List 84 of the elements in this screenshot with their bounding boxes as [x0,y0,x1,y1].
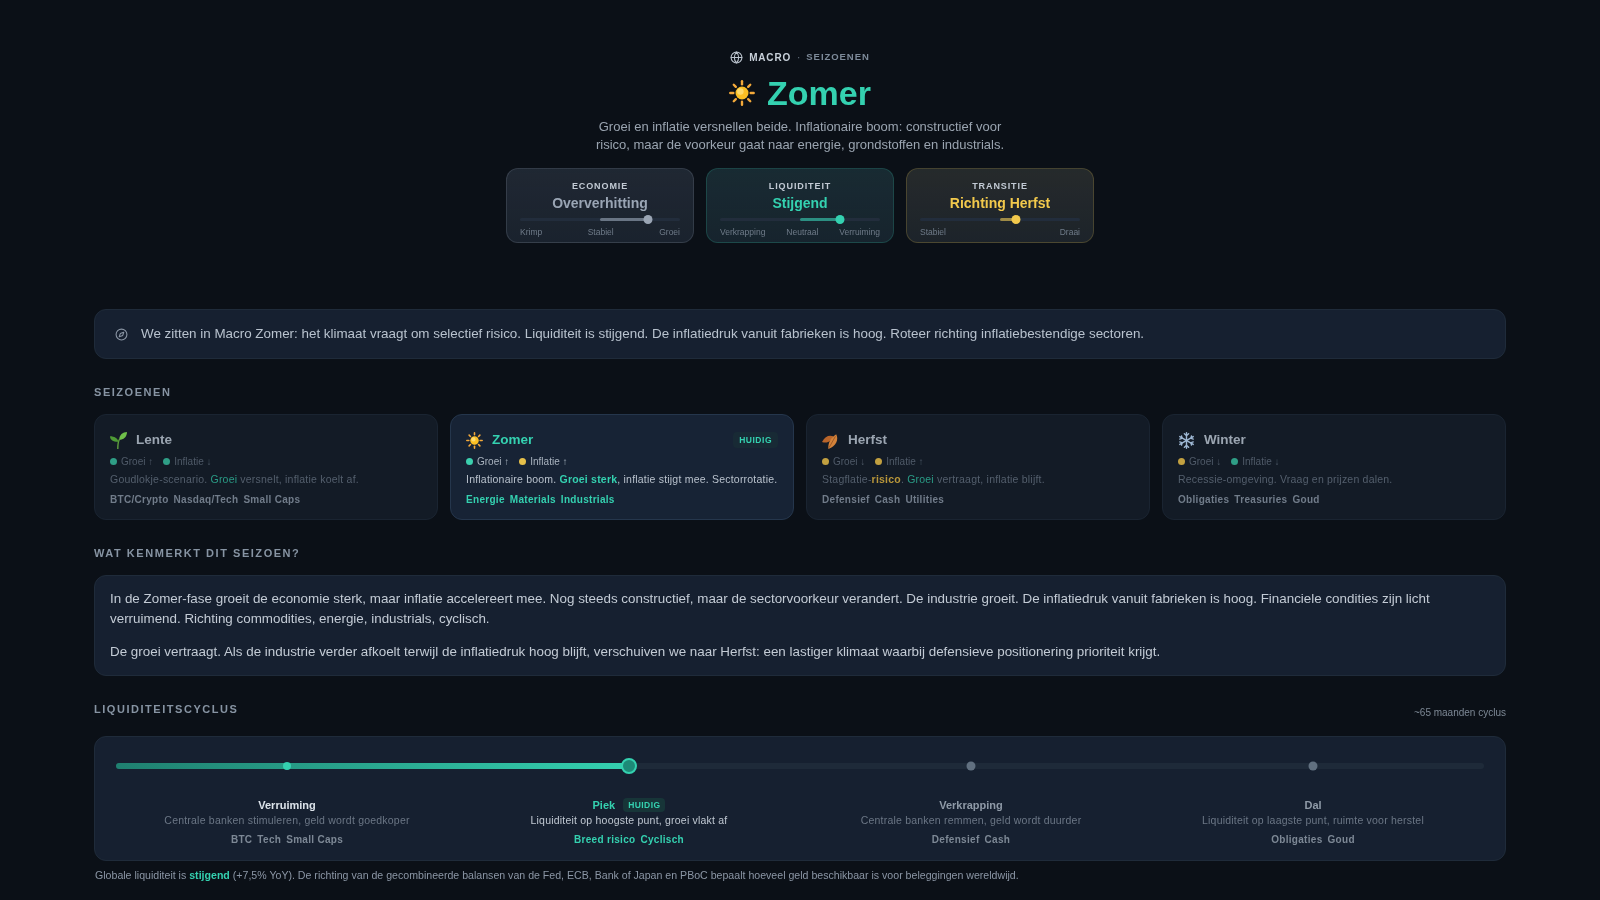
asset-label: BTC [230,833,253,847]
signal-label: Groei ↑ [477,454,510,469]
phase-name: Dal [1304,797,1322,813]
sprout-icon [110,431,127,449]
page-description: Groei en inflatie versnellen beide. Inflationaire boom: constructief voor risico, maar de voorkeur gaat naar energie, grondstoffen en industrials. [594,118,1005,154]
phase-name: Piek [592,797,616,813]
season-name: Herfst [848,430,887,449]
meter-tick-label: Neutraal [786,227,819,237]
asset-label: Goud [1292,492,1320,507]
signal-label: Inflatie ↓ [174,454,212,469]
asset-label: Obligaties [1271,833,1323,847]
asset-label: Treasuries [1234,492,1288,507]
asset-label: Nasdaq/Tech [173,492,239,507]
compass-icon [115,327,128,341]
meter-tick-label: Verruiming [839,227,880,237]
season-card[interactable]: Lente Groei ↑ Inflatie ↓ Goudlokje-scenario. Groei versnelt, inflatie koelt af. BTC/Crypto Nasdaq/Tech Small Caps [94,414,438,520]
season-description: Goudlokje-scenario. Groei versnelt, inflatie koelt af. [110,472,360,486]
asset-label: Industrials [560,492,615,507]
meter-tick-label: Krimp [520,227,543,237]
asset-label: Cash [984,833,1011,847]
asset-label: Tech [257,833,282,847]
insight-text: We zitten in Macro Zomer: het klimaat vraagt om selectief risico. Liquiditeit is stijgend. De inflatiedruk vanuit fabrieken is hoog. Roteer richting inflatiebestendige sectoren. [141,324,1145,343]
signal-label: Inflatie ↑ [530,454,568,469]
meter-value: Richting Herfst [949,195,1051,212]
asset-label: Breed risico [574,833,636,847]
liquidity-footnote: Globale liquiditeit is stijgend (+7,5% YoY). De richting van de gecombineerde balansen van de Fed, ECB, Bank of Japan en PBoC bepaalt hoeveel geld beschikbaar is voor beleggingen wereldwijd. [94,869,1020,882]
meter-tick-label: Groei [659,227,680,237]
season-name: Zomer [492,430,534,449]
season-name: Winter [1204,430,1246,449]
signal-label: Groei ↓ [833,454,866,469]
phase-name: Verkrapping [939,797,1003,813]
phase-description: Centrale banken stimuleren, geld wordt goedkoper [164,814,410,827]
meter-label: LIQUIDITEIT [768,181,832,191]
phase-description: Liquiditeit op hoogste punt, groei vlakt af [530,814,728,827]
meter-tick-label: Stabiel [587,227,614,237]
sun-icon [729,80,756,106]
breadcrumb-section[interactable]: MACRO [749,49,791,65]
asset-label: Cyclisch [640,833,684,847]
asset-label: Utilities [905,492,945,507]
meter-tick-label: Stabiel [920,227,946,237]
signal-label: Groei ↓ [1189,454,1222,469]
current-badge: HUIDIG [733,431,778,449]
description-paragraph: De groei vertraagt. Als de industrie verder afkoelt terwijl de inflatiedruk hoog blijft, verschuiven we naar Herfst: een lastiger klimaat waarbij defensieve positionering prioriteit krijgt. [110,643,1162,661]
meter-label: ECONOMIE [571,181,629,191]
asset-label: Defensief [931,833,980,847]
phase-description: Centrale banken remmen, geld wordt duurder [860,814,1082,827]
globe-icon [730,50,744,64]
page-title: Zomer [767,73,871,113]
phase-description: Liquiditeit op laagste punt, ruimte voor herstel [1202,814,1424,827]
asset-label: Materials [509,492,556,507]
meter-tick-label: Draai [1059,227,1080,237]
section-title: WAT KENMERKT DIT SEIZOEN? [94,546,302,560]
meter-value: Oververhitting [552,195,648,212]
asset-label: Small Caps [243,492,301,507]
sun-icon [466,431,483,449]
asset-label: Goud [1327,833,1355,847]
section-title: LIQUIDITEITSCYCLUS [94,702,239,716]
breadcrumb-separator: · [797,50,801,65]
season-name: Lente [136,430,172,449]
season-card[interactable]: Winter Groei ↓ Inflatie ↓ Recessie-omgeving. Vraag en prijzen dalen. Obligaties Treasuries Goud [1162,414,1506,520]
asset-label: Cash [874,492,901,507]
signal-label: Inflatie ↑ [886,454,924,469]
cycle-note: ~65 maanden cyclus [1414,707,1506,719]
phase-name: Verruiming [258,797,316,813]
description-paragraph: In de Zomer-fase groeit de economie sterk, maar inflatie accelereert mee. Nog steeds constructief, maar de sectorvoorkeur verandert. De industrie groeit. De inflatiedruk vanuit fabrieken is hoog. Financiele condities zijn licht verruimend. Richting commodities, energie, industrials, cyclisch. [110,590,1431,628]
meter-tick-label: Verkrapping [720,227,766,237]
snowflake-icon [1178,431,1195,449]
asset-label: Obligaties [1178,492,1230,507]
season-description: Inflationaire boom. Groei sterk, inflatie stijgt mee. Sectorrotatie. [466,472,778,486]
season-card[interactable]: Herfst Groei ↓ Inflatie ↑ Stagflatie-risico. Groei vertraagt, inflatie blijft. Defensief Cash Utilities [806,414,1150,520]
asset-label: Energie [466,492,505,507]
season-card[interactable]: Zomer HUIDIG Groei ↑ Inflatie ↑ Inflationaire boom. Groei sterk, inflatie stijgt mee. Sectorrotatie. Energie Materials Industrials [450,414,794,520]
signal-label: Groei ↑ [121,454,154,469]
asset-label: Small Caps [286,833,344,847]
meter-label: TRANSITIE [972,181,1028,191]
current-badge: HUIDIG [623,797,666,813]
season-description: Recessie-omgeving. Vraag en prijzen dalen. [1178,472,1394,486]
asset-label: Defensief [822,492,870,507]
asset-label: BTC/Crypto [110,492,169,507]
signal-label: Inflatie ↓ [1242,454,1280,469]
meter-value: Stijgend [772,195,828,212]
breadcrumb-page: SEIZOENEN [806,49,870,64]
season-description: Stagflatie-risico. Groei vertraagt, inflatie blijft. [822,472,1046,486]
section-title: SEIZOENEN [94,385,173,399]
